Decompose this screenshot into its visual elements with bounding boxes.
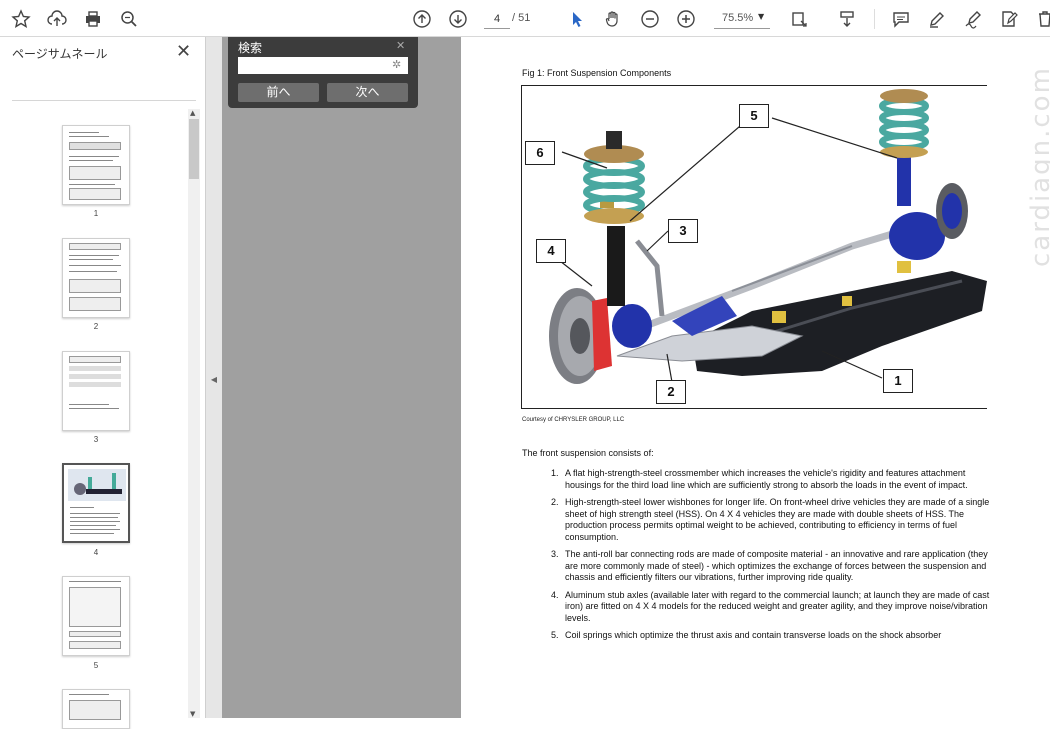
- scrollbar-thumb[interactable]: [189, 119, 199, 179]
- hand-tool-icon[interactable]: [600, 6, 626, 32]
- thumbnail-page-5[interactable]: [62, 576, 130, 656]
- figure-callout-1: 1: [883, 369, 913, 393]
- bookmark-star-icon[interactable]: [8, 6, 34, 32]
- next-page-icon[interactable]: [445, 6, 471, 32]
- component-list: 1. A flat high-strength-steel crossmembe…: [551, 468, 991, 648]
- search-title: 検索: [238, 41, 263, 55]
- page-number-input[interactable]: [484, 9, 510, 29]
- panel-divider: [12, 100, 196, 101]
- toolbar: / 51 75.5% ▼: [0, 0, 1050, 37]
- highlight-pen-icon[interactable]: [924, 6, 950, 32]
- figure-callout-2: 2: [656, 380, 686, 404]
- thumbnail-page-4[interactable]: [62, 463, 130, 543]
- edit-text-icon[interactable]: [996, 6, 1022, 32]
- thumbnail-figure: [68, 469, 126, 501]
- figure-callout-5: 5: [739, 104, 769, 128]
- watermark: cardiagn.com: [1026, 66, 1050, 267]
- close-icon[interactable]: ✕: [396, 39, 405, 52]
- list-item: 3. The anti-roll bar connecting rods are…: [551, 549, 988, 582]
- list-item: 1. A flat high-strength-steel crossmembe…: [551, 468, 968, 490]
- thumbnail-label: 2: [93, 322, 99, 331]
- zoom-in-icon[interactable]: [673, 6, 699, 32]
- thumbnail-label: 1: [93, 209, 99, 218]
- comment-icon[interactable]: [888, 6, 914, 32]
- suspension-figure: 6 4 3 5 2 1: [521, 85, 987, 409]
- find-zoom-icon[interactable]: [116, 6, 142, 32]
- toolbar-divider: [874, 9, 875, 29]
- thumbnail-panel-title: ページサムネール: [12, 47, 108, 61]
- pdf-page: Fig 1: Front Suspension Components 6 4 3…: [461, 37, 1050, 718]
- next-result-button[interactable]: 次へ: [327, 83, 408, 102]
- scroll-mode-icon[interactable]: [834, 6, 860, 32]
- previous-page-icon[interactable]: [409, 6, 435, 32]
- close-icon[interactable]: ✕: [176, 41, 191, 62]
- scroll-up-icon[interactable]: ▲: [190, 109, 195, 117]
- page-total: / 51: [512, 12, 531, 24]
- delete-trash-icon[interactable]: [1032, 6, 1050, 32]
- list-item: 2. High-strength-steel lower wishbones f…: [551, 497, 990, 542]
- figure-callout-3: 3: [668, 219, 698, 243]
- list-item: 5. Coil springs which optimize the thrus…: [551, 630, 942, 640]
- draw-sign-icon[interactable]: [960, 6, 986, 32]
- search-popup: 検索 ✕ ✲ 前へ 次へ: [228, 37, 418, 108]
- upload-cloud-icon[interactable]: [44, 6, 70, 32]
- thumbnail-page-3[interactable]: [62, 351, 130, 431]
- zoom-out-icon[interactable]: [637, 6, 663, 32]
- thumbnail-panel: ページサムネール ✕ 1 2 3 4 5 ▲ ▼: [0, 37, 206, 729]
- intro-text: The front suspension consists of:: [522, 448, 654, 458]
- select-cursor-icon[interactable]: [564, 6, 590, 32]
- suspension-illustration: [549, 89, 987, 384]
- thumbnail-label: 4: [93, 548, 99, 557]
- print-icon[interactable]: [80, 6, 106, 32]
- figure-callout-6: 6: [525, 141, 555, 165]
- search-input[interactable]: [238, 57, 408, 74]
- list-item: 4. Aluminum stub axles (available later …: [551, 589, 990, 623]
- previous-result-button[interactable]: 前へ: [238, 83, 319, 102]
- gear-icon[interactable]: ✲: [392, 58, 401, 71]
- thumbnail-scrollbar[interactable]: ▲ ▼: [188, 109, 200, 718]
- thumbnail-page-6[interactable]: [62, 689, 130, 729]
- chevron-down-icon[interactable]: ▼: [758, 12, 764, 21]
- thumbnail-label: 5: [93, 661, 99, 670]
- thumbnail-label: 3: [93, 435, 99, 444]
- thumbnail-page-1[interactable]: [62, 125, 130, 205]
- figure-caption: Fig 1: Front Suspension Components: [522, 68, 672, 78]
- scroll-down-icon[interactable]: ▼: [190, 710, 195, 718]
- collapse-panel-icon[interactable]: ◀: [208, 370, 220, 390]
- thumbnail-page-2[interactable]: [62, 238, 130, 318]
- figure-callout-4: 4: [536, 239, 566, 263]
- figure-courtesy: Courtesy of CHRYSLER GROUP, LLC: [522, 417, 625, 423]
- fit-page-icon[interactable]: [786, 6, 812, 32]
